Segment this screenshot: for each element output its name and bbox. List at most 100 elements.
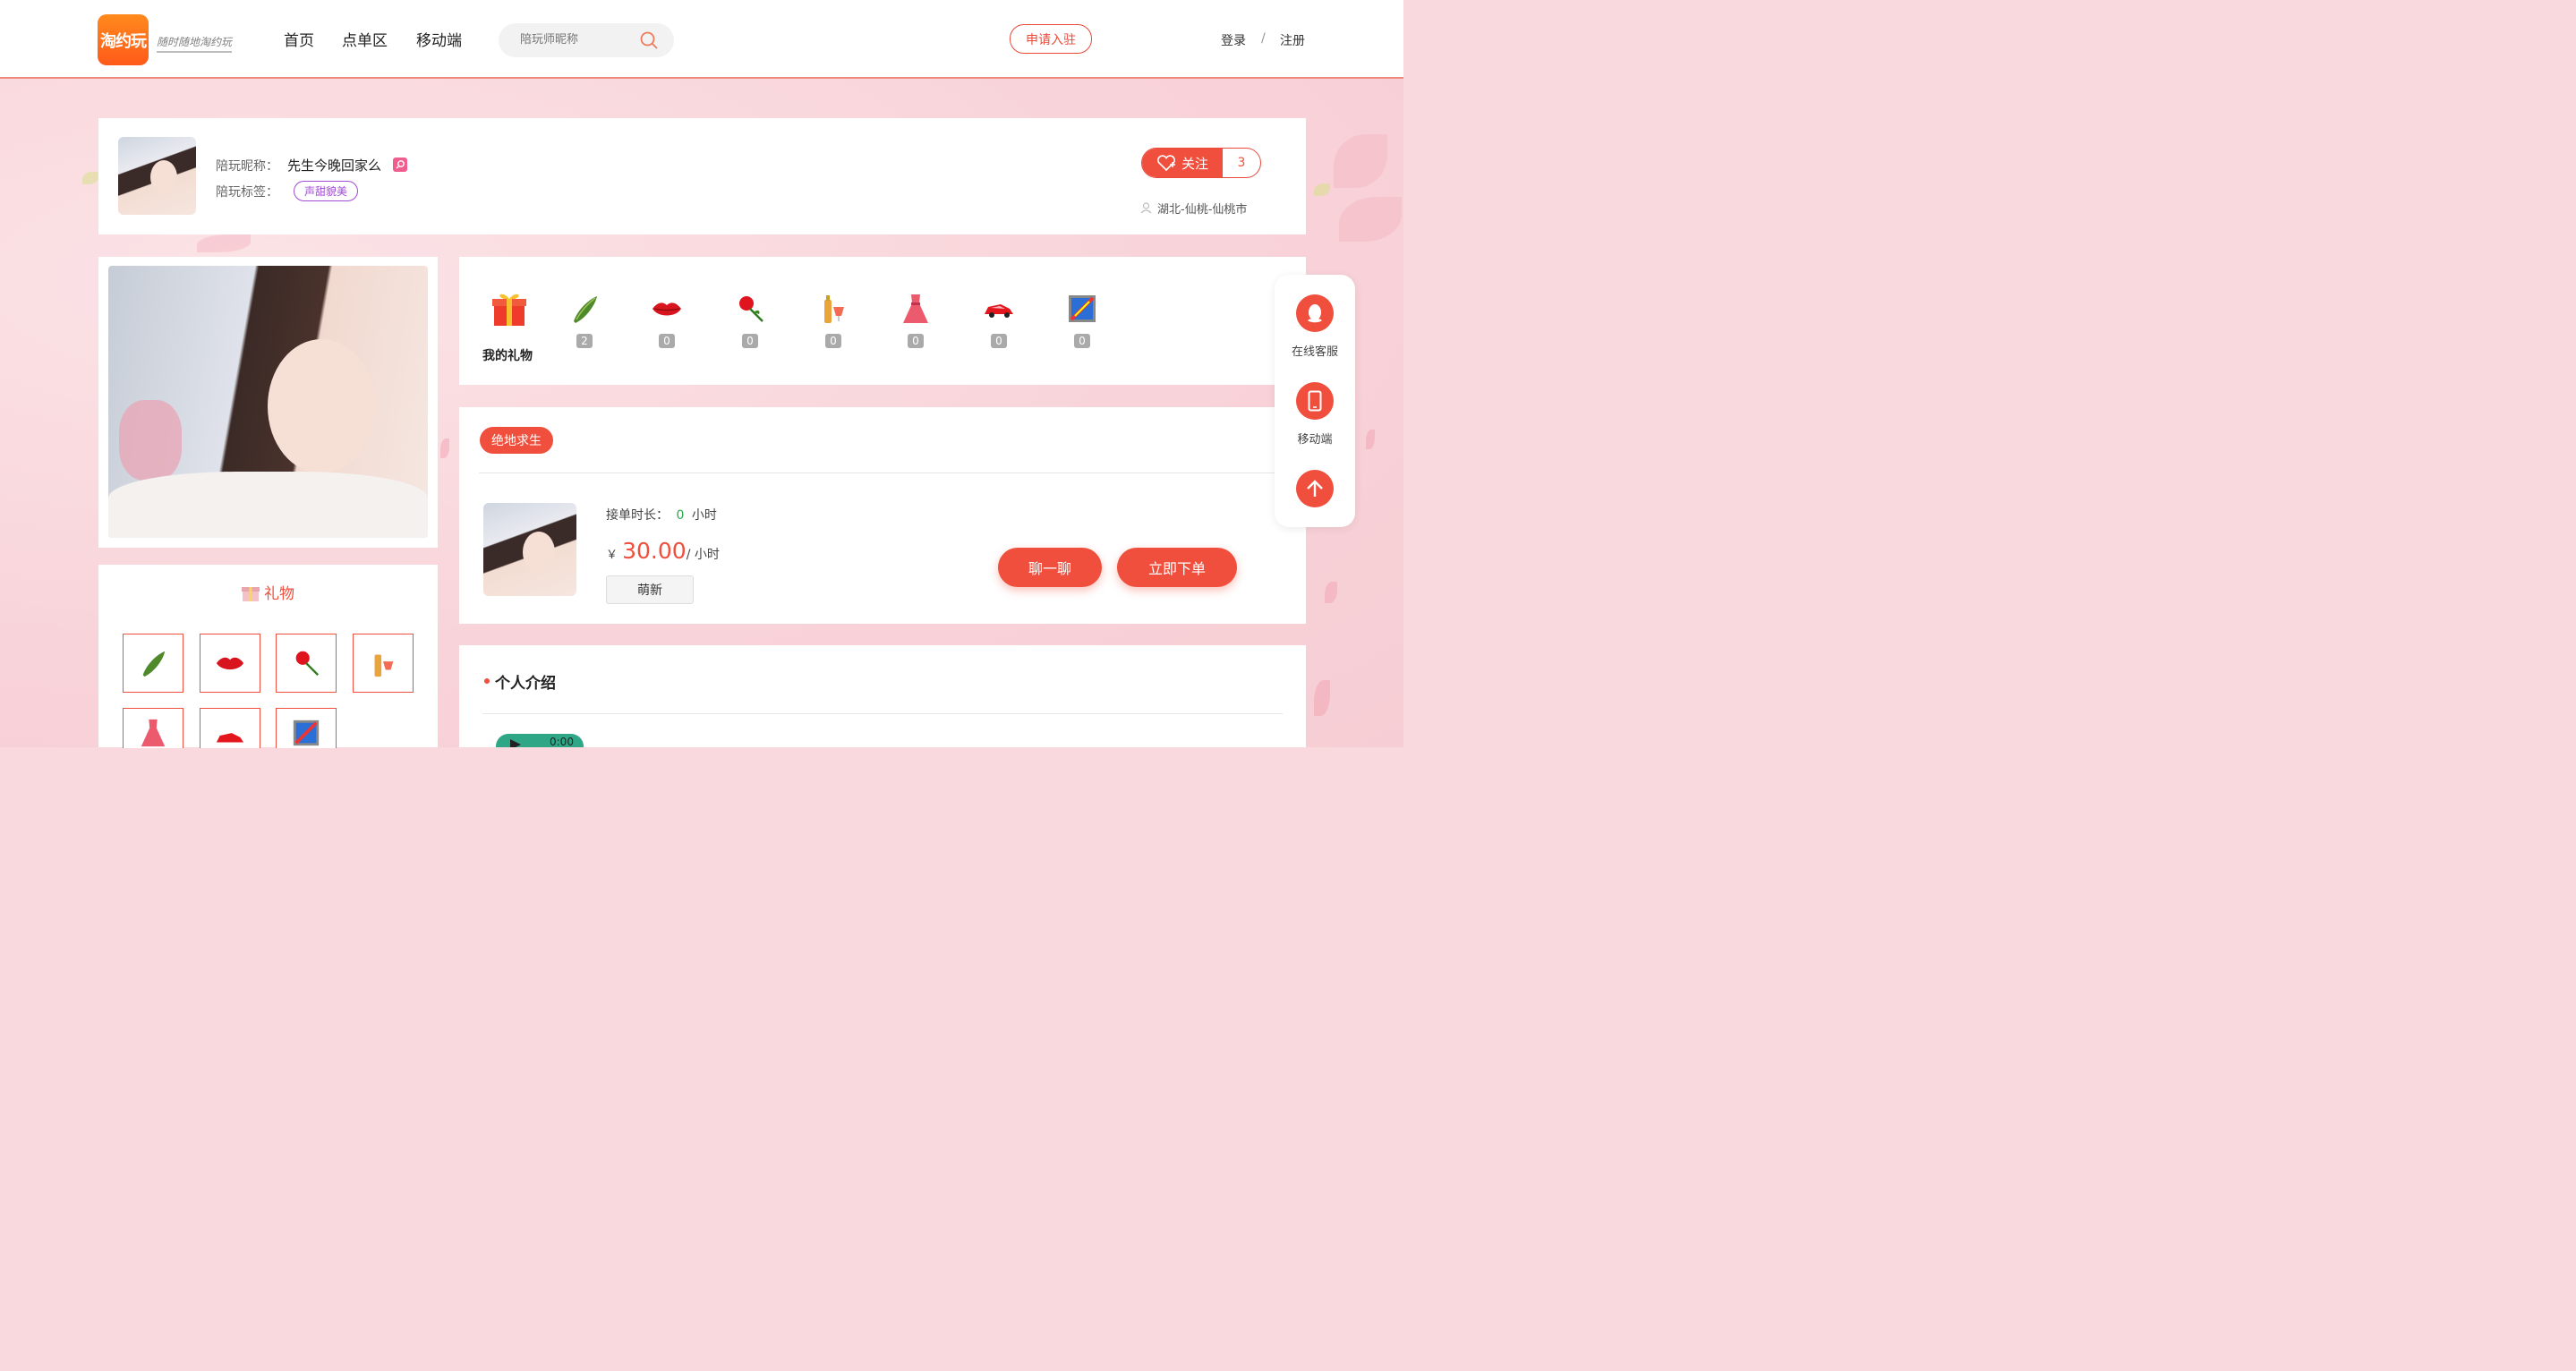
gift-count: 0	[742, 334, 758, 348]
follow-button[interactable]: 关注 3	[1141, 148, 1261, 178]
register-link[interactable]: 注册	[1280, 31, 1305, 49]
painting-icon	[1069, 295, 1096, 322]
login-link[interactable]: 登录	[1221, 31, 1246, 49]
gift-item[interactable]: 0	[1046, 293, 1118, 348]
gift-item[interactable]: 0	[714, 293, 786, 348]
gift-count: 0	[825, 334, 841, 348]
logo-text: 淘约玩	[100, 31, 147, 51]
online-service-label[interactable]: 在线客服	[1275, 342, 1355, 359]
price-currency: ￥	[606, 549, 618, 562]
online-service-button[interactable]	[1296, 294, 1334, 332]
chat-button[interactable]: 聊一聊	[998, 548, 1102, 587]
nav-home[interactable]: 首页	[284, 28, 314, 50]
phone-icon	[1308, 390, 1322, 412]
gift-option-dress[interactable]	[123, 708, 183, 748]
arrow-up-icon	[1307, 480, 1323, 497]
back-to-top-button[interactable]	[1296, 470, 1334, 507]
photo-flowers	[119, 400, 182, 481]
profile-tag: 声甜貌美	[294, 181, 359, 201]
car-icon	[216, 733, 244, 743]
service-avatar-face	[523, 532, 555, 573]
photo-face	[268, 339, 375, 473]
nav-order-zone[interactable]: 点单区	[342, 28, 388, 50]
gift-item[interactable]: 0	[963, 293, 1035, 348]
follow-count: 3	[1237, 156, 1246, 170]
intro-card: 个人介绍 0:00	[459, 645, 1306, 747]
price-value: 30.00	[622, 538, 687, 564]
gift-box-icon	[490, 289, 529, 332]
gift-item[interactable]: 0	[631, 293, 703, 348]
gift-count: 0	[908, 334, 924, 348]
avatar-face	[150, 160, 177, 194]
audio-time: 0:00	[550, 736, 574, 747]
nickname-label: 陪玩昵称：	[216, 159, 278, 174]
search-input[interactable]	[518, 31, 638, 47]
auth-divider: /	[1261, 31, 1266, 46]
audio-player[interactable]: 0:00	[496, 734, 584, 747]
gift-count: 0	[1074, 334, 1090, 348]
rose-icon	[739, 296, 763, 322]
gifts-bar-card: 我的礼物 2 0 0 0 0 0 0	[459, 257, 1306, 385]
price-unit: / 小时	[686, 548, 720, 562]
follow-action[interactable]: 关注	[1142, 149, 1223, 177]
duration-row: 接单时长： 0 小时	[606, 506, 717, 524]
location-text: 湖北-仙桃-仙桃市	[1157, 203, 1248, 217]
lips-icon	[653, 302, 681, 316]
profile-photo[interactable]	[108, 266, 428, 538]
gift-option-rose[interactable]	[276, 634, 337, 693]
cucumber-icon	[574, 296, 597, 323]
dress-icon	[903, 294, 928, 323]
duration-value: 0	[676, 508, 685, 523]
divider	[482, 713, 1283, 714]
site-slogan: 随时随地淘约玩	[157, 34, 233, 53]
gift-option-car[interactable]	[200, 708, 260, 748]
order-now-button[interactable]: 立即下单	[1117, 548, 1237, 587]
avatar	[118, 137, 196, 215]
top-header: 淘约玩 随时随地淘约玩 首页 点单区 移动端 申请入驻 登录 / 注册	[0, 0, 1403, 79]
gift-option-painting[interactable]	[276, 708, 337, 748]
service-avatar	[483, 503, 576, 596]
painting-icon	[293, 720, 320, 746]
mobile-label[interactable]: 移动端	[1275, 430, 1355, 447]
lips-icon	[216, 657, 244, 670]
gift-panel-title: 礼物	[264, 585, 294, 603]
dress-icon	[141, 719, 166, 747]
rose-icon	[295, 651, 320, 677]
gift-panel-header: 礼物	[240, 581, 294, 603]
apply-join-button[interactable]: 申请入驻	[1010, 24, 1092, 54]
gift-option-champagne[interactable]	[353, 634, 414, 693]
champagne-icon	[374, 654, 394, 677]
level-badge: 萌新	[606, 575, 694, 604]
gift-icon	[242, 586, 260, 601]
game-badge[interactable]: 绝地求生	[480, 427, 553, 454]
profile-card: 陪玩昵称： 先生今晚回家么 陪玩标签： 声甜貌美 湖北-仙桃-仙桃市	[98, 118, 1306, 234]
location: 湖北-仙桃-仙桃市	[1140, 200, 1247, 217]
champagne-icon	[824, 295, 844, 323]
user-location-icon	[1140, 202, 1152, 214]
gender-icon	[393, 158, 407, 172]
tag-label: 陪玩标签：	[216, 185, 278, 200]
gift-option-cucumber[interactable]	[123, 634, 183, 693]
photo-shoulders	[108, 472, 428, 538]
service-card: 接单时长： 0 小时 ￥ 30.00/ 小时 萌新	[459, 407, 1306, 624]
car-icon	[985, 304, 1013, 318]
floating-sidebar: 在线客服 移动端	[1275, 275, 1355, 527]
heart-plus-icon	[1157, 155, 1175, 171]
gift-item[interactable]: 2	[549, 293, 620, 348]
cucumber-icon	[142, 651, 166, 677]
gift-item[interactable]: 0	[798, 293, 869, 348]
price-row: ￥ 30.00/ 小时	[606, 538, 720, 564]
search-icon[interactable]	[639, 30, 659, 50]
duration-unit: 小时	[691, 508, 717, 523]
search-box	[499, 23, 674, 57]
intro-bullet	[484, 678, 490, 684]
gift-count: 2	[576, 334, 593, 348]
nav-mobile[interactable]: 移动端	[416, 28, 462, 50]
play-icon[interactable]	[510, 739, 521, 747]
gift-count: 0	[659, 334, 675, 348]
gift-option-lips[interactable]	[200, 634, 260, 693]
qq-penguin-icon	[1308, 304, 1322, 323]
gift-item[interactable]: 0	[880, 293, 951, 348]
mobile-button[interactable]	[1296, 382, 1334, 420]
site-logo[interactable]: 淘约玩	[98, 14, 149, 65]
